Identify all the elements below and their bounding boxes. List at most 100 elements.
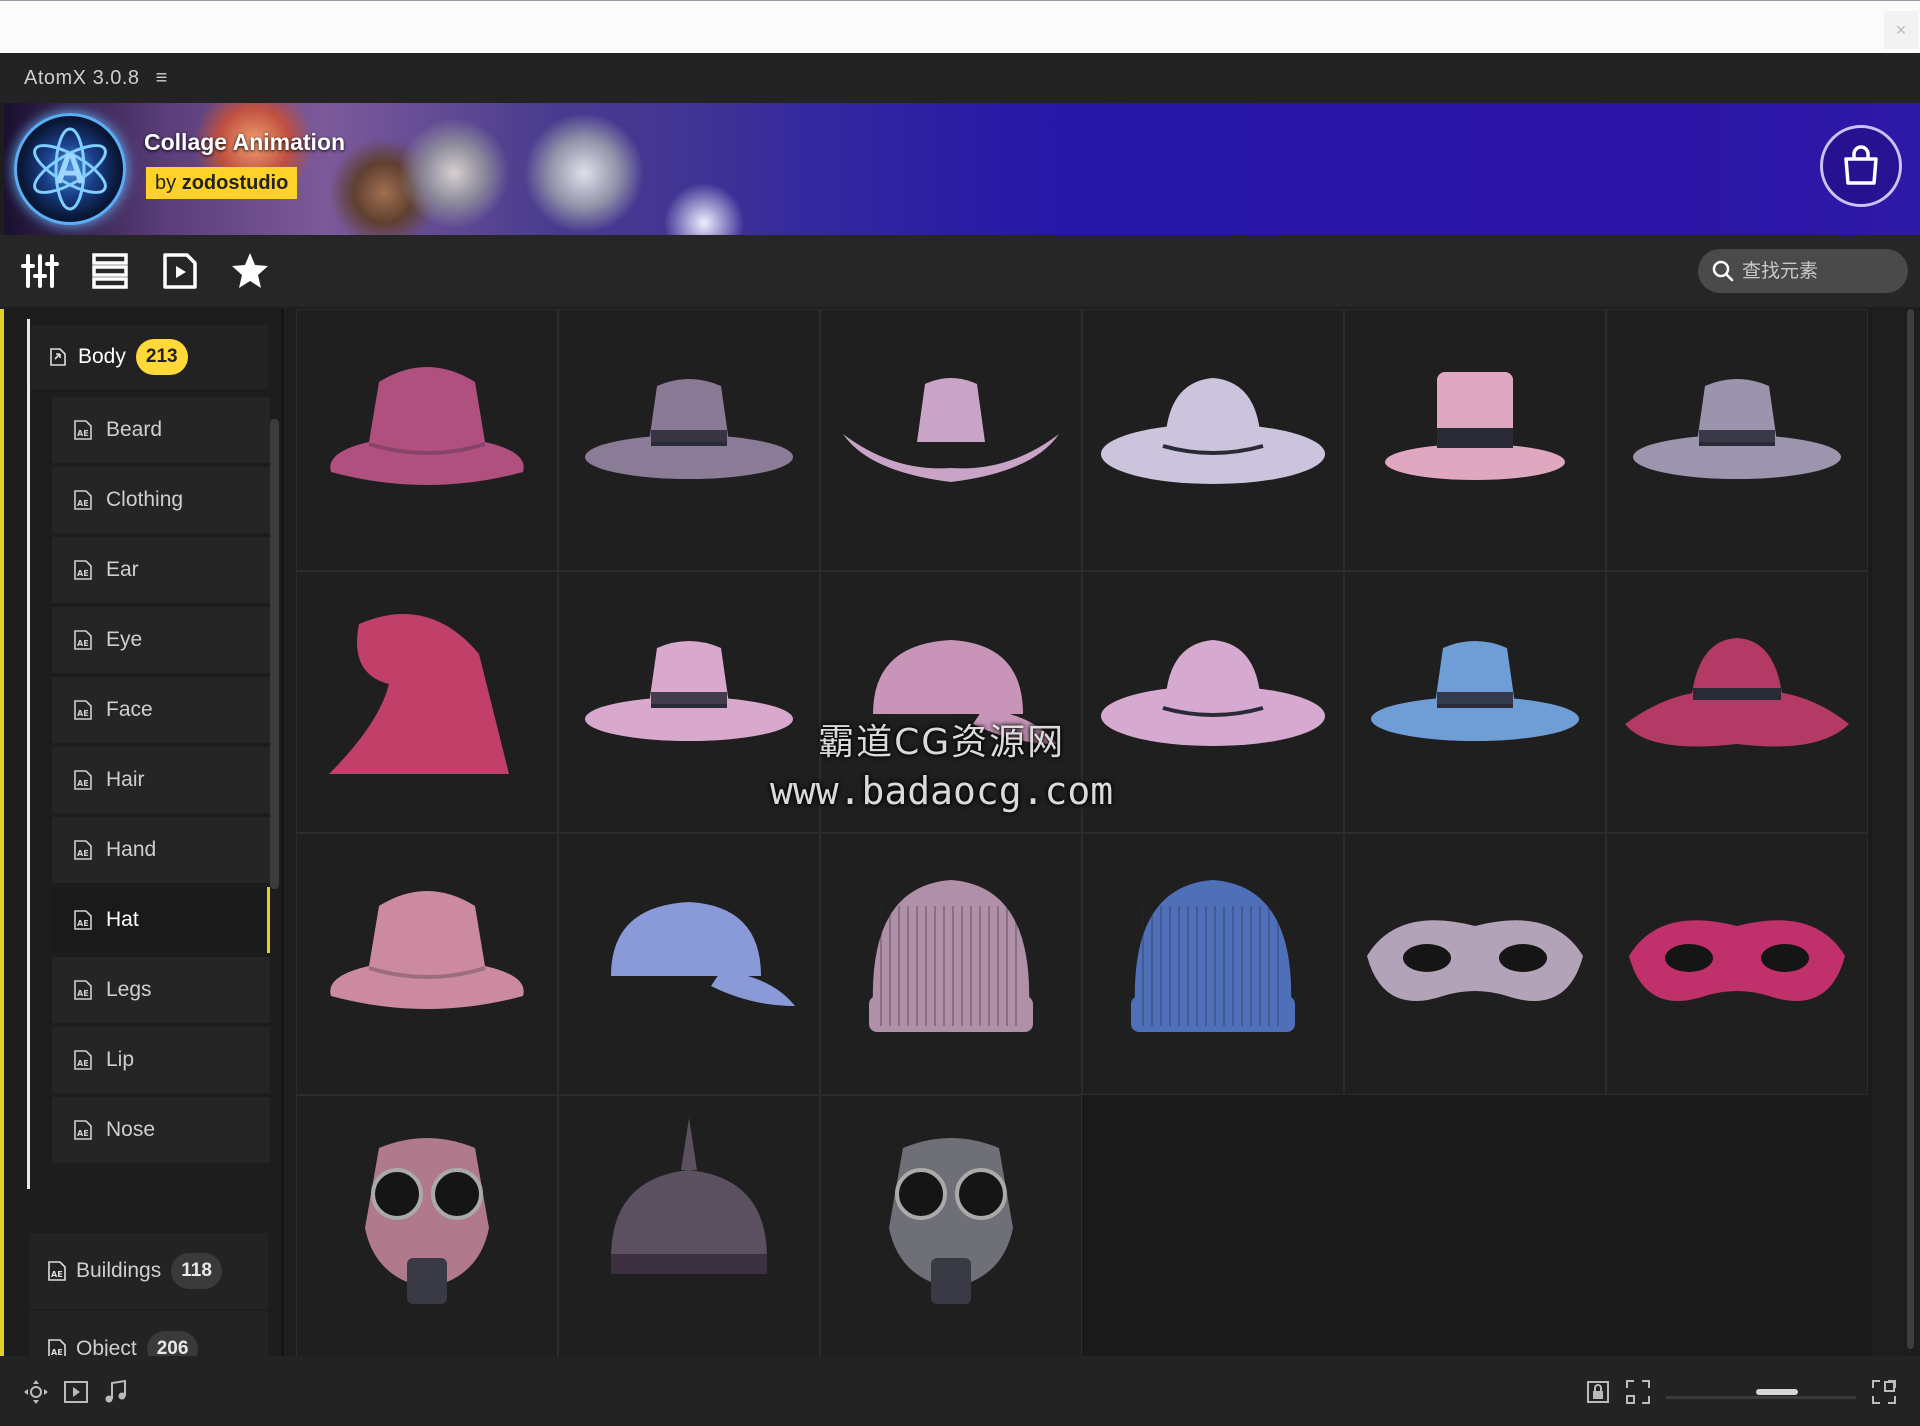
ae-file-icon: AE [74,1050,92,1070]
zoom-slider-track[interactable] [1666,1396,1856,1399]
sidebar-item-hand[interactable]: AE Hand [52,817,270,885]
asset-thumbnail-red-floppy-hat[interactable] [1606,571,1868,833]
sidebar-item-lip[interactable]: AE Lip [52,1027,270,1095]
lock-button[interactable] [1584,1378,1612,1406]
audio-button[interactable] [102,1378,130,1406]
sidebar-scrollbar[interactable] [270,419,279,889]
ae-file-icon: AE [48,1339,66,1356]
ae-file-icon: AE [74,910,92,930]
category-label: Buildings [76,1259,162,1282]
asset-thumbnail-wide-brim-felt-hat[interactable] [1082,309,1344,571]
asset-thumbnail-blue-fedora[interactable] [1344,571,1606,833]
sidebar-item-nose[interactable]: AE Nose [52,1097,270,1165]
move-button[interactable] [22,1378,50,1406]
sidebar-item-hat[interactable]: AE Hat [52,887,270,955]
asset-thumbnail-blue-beanie[interactable] [1082,833,1344,1095]
ae-file-icon: AE [74,840,92,860]
svg-text:AE: AE [77,569,89,578]
asset-image [1629,920,1845,1001]
tree-line [27,319,30,1189]
asset-thumbnail-wizard-hat[interactable] [296,571,558,833]
sidebar-item-ear[interactable]: AE Ear [52,537,270,605]
media-button[interactable] [158,249,202,293]
asset-image [330,367,524,485]
sidebar-item-label: Beard [106,418,163,441]
main-toolbar [0,235,1920,307]
preview-button[interactable] [62,1378,90,1406]
sidebar-accent-bar [0,309,4,1356]
asset-thumbnail-feather-masquerade-mask[interactable] [1606,833,1868,1095]
sidebar-item-label: Eye [106,628,143,651]
sidebar-item-legs[interactable]: AE Legs [52,957,270,1025]
hamburger-menu-icon[interactable]: ≡ [156,67,168,90]
svg-text:AE: AE [77,639,89,648]
watermark-line1: 霸道CG资源网 [818,722,1066,763]
expand-button[interactable] [1870,1378,1898,1406]
asset-thumbnail-silver-masquerade-mask[interactable] [1344,833,1606,1095]
banner-author-badge: by zodostudio [146,167,298,199]
asset-image [365,1138,489,1304]
sidebar-scrollbar-track [281,309,284,1356]
sidebar-item-eye[interactable]: AE Eye [52,607,270,675]
app-title: AtomX 3.0.8 [24,66,140,89]
window-close-button[interactable]: × [1884,11,1918,49]
category-body[interactable]: Body 213 [30,325,268,389]
sidebar-item-clothing[interactable]: AE Clothing [52,467,270,535]
watermark-line2: www.badaocg.com [770,769,1114,813]
category-object[interactable]: AE Object 206 [30,1311,268,1356]
ae-file-icon: AE [74,700,92,720]
sidebar-item-beard[interactable]: AE Beard [52,397,270,465]
svg-text:AE: AE [51,1270,63,1279]
svg-text:AE: AE [77,1059,89,1068]
asset-thumbnail-pickelhaube-helmet[interactable] [558,1095,820,1357]
watermark: 霸道CG资源网 www.badaocg.com [770,713,1113,813]
list-view-button[interactable] [88,249,132,293]
asset-thumbnail-cowboy-hat[interactable] [820,309,1082,571]
category-sidebar: Body 213 AE Buildings 118 AE Object 206 … [0,309,284,1356]
sidebar-item-label: Clothing [106,488,184,511]
asset-image [1101,378,1325,484]
asset-thumbnail-gas-mask[interactable] [820,1095,1082,1357]
category-label: Object [76,1337,137,1356]
sidebar-item-hair[interactable]: AE Hair [52,747,270,815]
asset-thumbnail-pink-wide-fedora[interactable] [1082,571,1344,833]
asset-thumbnail-knit-beanie[interactable] [820,833,1082,1095]
window-frame: × [0,0,1920,53]
category-label: Body [78,345,126,368]
asset-thumbnail-steampunk-gas-mask[interactable] [296,1095,558,1357]
promo-banner[interactable]: A Collage Animation by zodostudio [4,103,1920,235]
svg-text:AE: AE [77,919,89,928]
sidebar-item-label: Hand [106,838,157,861]
sidebar-item-label: Hair [106,768,145,791]
asset-thumbnail-striped-sun-hat[interactable] [296,833,558,1095]
category-buildings[interactable]: AE Buildings 118 [30,1233,268,1309]
banner-title: Collage Animation [144,129,346,155]
fit-frame-icon [1626,1380,1650,1404]
svg-text:AE: AE [77,1129,89,1138]
asset-image [1625,638,1849,747]
count-badge: 118 [171,1253,222,1289]
svg-text:AE: AE [77,499,89,508]
adjustments-button[interactable] [18,249,62,293]
asset-thumbnail-top-hat[interactable] [1344,309,1606,571]
asset-thumbnail-grey-feather-fedora[interactable] [558,309,820,571]
music-note-icon [105,1379,126,1403]
sidebar-item-label: Legs [106,978,152,1001]
asset-thumbnail-ny-baseball-cap[interactable] [558,833,820,1095]
fit-frame-button[interactable] [1624,1378,1652,1406]
search-icon [1712,260,1734,282]
asset-thumbnail-grey-fedora[interactable] [1606,309,1868,571]
sidebar-item-face[interactable]: AE Face [52,677,270,745]
shop-button[interactable] [1820,125,1902,207]
shopping-bag-icon [1844,145,1878,185]
zoom-slider-thumb[interactable] [1756,1389,1798,1395]
asset-image [1131,880,1295,1032]
search-input[interactable] [1742,260,1902,282]
search-box[interactable] [1698,249,1908,293]
grid-scrollbar[interactable] [1907,309,1914,1349]
ae-file-icon: AE [48,1261,66,1281]
favorites-button[interactable] [228,249,272,293]
ae-file-icon: AE [74,420,92,440]
asset-thumbnail-pink-bucket-hat[interactable] [296,309,558,571]
ae-folder-icon [50,348,66,366]
